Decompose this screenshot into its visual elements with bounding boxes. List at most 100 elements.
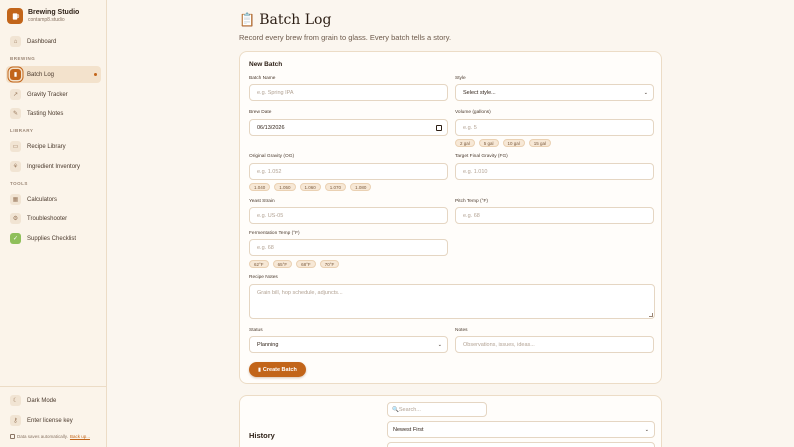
ferm-temp-chip[interactable]: 70°F <box>319 260 340 268</box>
sort-select-value: Newest First <box>393 426 424 433</box>
active-indicator <box>94 73 97 76</box>
sidebar: Brewing Studio contamp8.studio ⌂ Dashboa… <box>0 0 107 447</box>
chevron-down-icon: ⌄ <box>643 89 648 96</box>
recipe-notes-label: Recipe Notes <box>249 275 278 280</box>
ferm-temp-chip[interactable]: 62°F <box>249 260 269 268</box>
recipe-notes-placeholder: Grain bill, hop schedule, adjuncts... <box>257 290 343 296</box>
checklist-icon: ✓ <box>10 233 21 244</box>
brand-subtitle: contamp8.studio <box>28 17 65 23</box>
calculator-icon: ▦ <box>10 194 21 205</box>
brand[interactable]: Brewing Studio contamp8.studio <box>7 8 79 24</box>
calendar-icon[interactable] <box>436 124 442 131</box>
resize-grip-icon[interactable] <box>649 313 653 317</box>
section-label-tools: TOOLS <box>10 181 28 186</box>
sidebar-item-ingredient-inventory[interactable]: ⚘ Ingredient Inventory <box>6 158 101 175</box>
autosave-note: Data saves automatically. Back up... <box>10 434 90 439</box>
create-batch-label: Create Batch <box>262 366 297 373</box>
sidebar-item-tasting-notes[interactable]: ✎ Tasting Notes <box>6 105 101 122</box>
status-select[interactable]: Planning ⌄ <box>249 336 448 353</box>
save-icon <box>10 434 15 439</box>
recipe-notes-textarea[interactable]: Grain bill, hop schedule, adjuncts... <box>249 284 655 319</box>
yeast-label: Yeast Strain <box>249 199 275 204</box>
sidebar-item-calculators[interactable]: ▦ Calculators <box>6 191 101 208</box>
sidebar-item-label: Recipe Library <box>27 143 66 150</box>
history-sort-select[interactable]: Newest First ⌄ <box>387 421 655 438</box>
sidebar-item-supplies-checklist[interactable]: ✓ Supplies Checklist <box>6 230 101 247</box>
license-key-label: Enter license key <box>27 417 73 424</box>
pitch-temp-input[interactable]: e.g. 68 <box>455 207 654 224</box>
page-title: 📋 Batch Log <box>239 12 331 28</box>
og-input[interactable]: e.g. 1.052 <box>249 163 448 180</box>
brand-logo-icon <box>7 8 23 24</box>
notes-input[interactable]: Observations, issues, ideas... <box>455 336 654 353</box>
history-filter-select[interactable] <box>387 442 655 447</box>
volume-chip[interactable]: 15 gal <box>528 139 552 147</box>
volume-input[interactable]: e.g. 5 <box>455 119 654 136</box>
card-title: New Batch <box>249 61 283 68</box>
sidebar-item-batch-log[interactable]: ▮ Batch Log <box>6 66 101 83</box>
beer-icon: ▮ <box>258 366 261 373</box>
og-label: Original Gravity (OG) <box>249 154 295 159</box>
history-title: History <box>249 431 275 440</box>
dark-mode-label: Dark Mode <box>27 397 57 404</box>
status-label: Status <box>249 328 263 333</box>
status-select-value: Planning <box>257 341 279 348</box>
section-label-library: LIBRARY <box>10 128 34 133</box>
notes-label: Notes <box>455 328 468 333</box>
chart-icon: ↗ <box>10 89 21 100</box>
sidebar-item-label: Calculators <box>27 196 58 203</box>
volume-chip[interactable]: 10 gal <box>502 139 525 147</box>
book-icon: ▭ <box>10 141 21 152</box>
ferm-temp-chip[interactable]: 68°F <box>296 260 316 268</box>
og-chips: 1.040 1.050 1.060 1.070 1.080 <box>249 183 372 191</box>
og-chip[interactable]: 1.070 <box>324 183 347 191</box>
brand-name: Brewing Studio <box>28 9 80 16</box>
volume-label: Volume (gallons) <box>455 110 491 115</box>
history-search-input[interactable]: 🔍Search... <box>387 402 487 417</box>
style-select[interactable]: Select style... ⌄ <box>455 84 654 101</box>
key-icon: ⚷ <box>10 415 21 426</box>
sidebar-item-label: Ingredient Inventory <box>27 163 81 170</box>
fg-input[interactable]: e.g. 1.010 <box>455 163 654 180</box>
sidebar-item-gravity-tracker[interactable]: ↗ Gravity Tracker <box>6 86 101 103</box>
volume-chip[interactable]: 2 gal <box>455 139 475 147</box>
sidebar-item-label: Dashboard <box>27 38 57 45</box>
ferm-temp-input[interactable]: e.g. 68 <box>249 239 448 256</box>
batch-name-label: Batch Name <box>249 76 276 81</box>
brew-date-label: Brew Date <box>249 110 272 115</box>
page-title-text: Batch Log <box>259 12 332 28</box>
ferm-temp-label: Fermentation Temp (°F) <box>249 231 300 236</box>
style-select-value: Select style... <box>463 89 496 96</box>
og-chip[interactable]: 1.050 <box>274 183 296 191</box>
og-chip[interactable]: 1.060 <box>299 183 321 191</box>
license-key-button[interactable]: ⚷ Enter license key <box>6 412 101 429</box>
batch-name-input[interactable]: e.g. Spring IPA <box>249 84 448 101</box>
page-subtitle: Record every brew from grain to glass. E… <box>239 33 452 42</box>
sidebar-item-troubleshooter[interactable]: ⚙ Troubleshooter <box>6 210 101 227</box>
home-icon: ⌂ <box>10 36 21 47</box>
history-card: History 🔍Search... Newest First ⌄ <box>239 395 662 447</box>
chevron-down-icon: ⌄ <box>644 426 649 433</box>
brew-date-value: 06/13/2026 <box>257 124 285 131</box>
sidebar-item-label: Tasting Notes <box>27 110 64 117</box>
brew-date-input[interactable]: 06/13/2026 <box>249 119 448 136</box>
og-chip[interactable]: 1.040 <box>249 183 271 191</box>
style-label: Style <box>455 76 466 81</box>
section-label-brewing: BREWING <box>10 56 36 61</box>
yeast-input[interactable]: e.g. US-05 <box>249 207 448 224</box>
sidebar-item-label: Batch Log <box>27 71 55 78</box>
clipboard-icon: 📋 <box>239 12 256 27</box>
moon-icon: ☾ <box>10 395 21 406</box>
create-batch-button[interactable]: ▮ Create Batch <box>249 362 306 377</box>
sidebar-item-dashboard[interactable]: ⌂ Dashboard <box>6 33 101 50</box>
og-chip[interactable]: 1.080 <box>350 183 372 191</box>
volume-chip[interactable]: 5 gal <box>478 139 499 147</box>
new-batch-card: New Batch Batch Name e.g. Spring IPA Sty… <box>239 51 662 384</box>
pitch-temp-label: Pitch Temp (°F) <box>455 199 489 204</box>
dark-mode-toggle[interactable]: ☾ Dark Mode <box>6 392 101 409</box>
ferm-temp-chip[interactable]: 65°F <box>272 260 293 268</box>
backup-link[interactable]: Back up... <box>70 434 90 439</box>
ferm-temp-chips: 62°F 65°F 68°F 70°F <box>249 260 340 268</box>
sidebar-item-recipe-library[interactable]: ▭ Recipe Library <box>6 138 101 155</box>
chevron-down-icon: ⌄ <box>437 341 442 348</box>
